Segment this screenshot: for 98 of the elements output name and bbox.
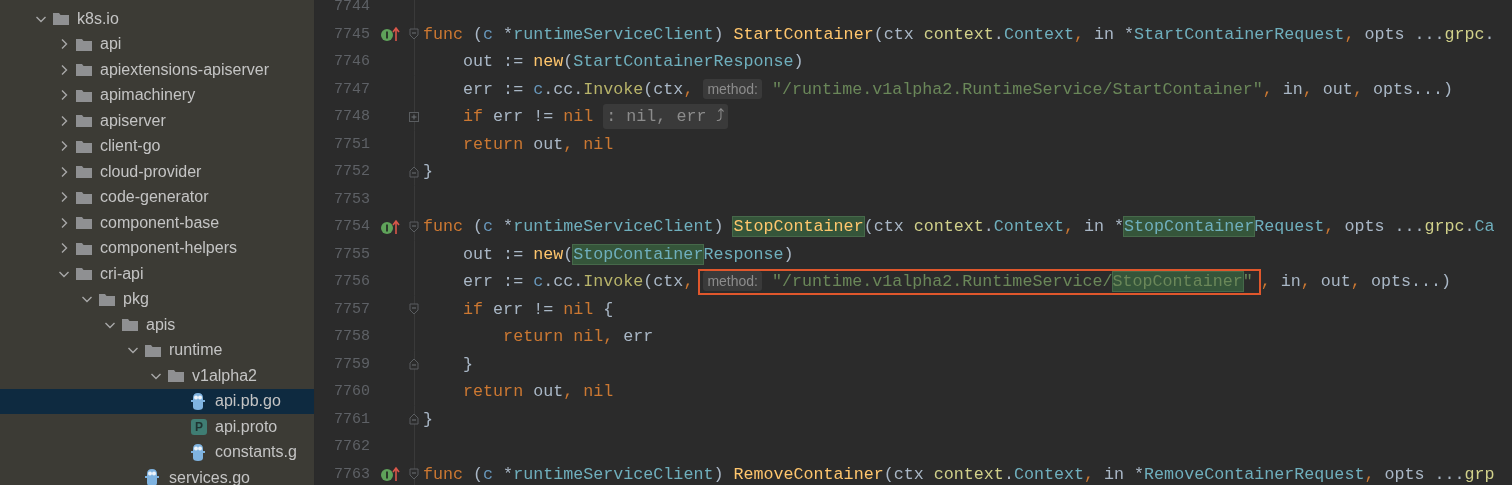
folder-icon <box>76 267 92 281</box>
folder-name[interactable]: component-base <box>100 213 220 232</box>
line-number: 7756 <box>333 273 370 291</box>
file-icon <box>191 443 205 461</box>
fold-icon[interactable] <box>409 220 419 233</box>
folder-name[interactable]: client-go <box>100 137 161 156</box>
file-name[interactable]: api.pb.go <box>215 392 281 411</box>
folder-name[interactable]: code-generator <box>100 188 209 207</box>
expand-icon[interactable] <box>409 111 419 122</box>
line-number: 7746 <box>333 53 370 71</box>
folder-name[interactable]: apis <box>146 315 176 334</box>
tree-row[interactable]: apiextensions-apiserver <box>0 57 314 83</box>
line-number: 7745 <box>333 25 370 43</box>
tree-row[interactable]: cloud-provider <box>0 159 314 185</box>
folder-name[interactable]: cri-api <box>100 264 144 283</box>
code-line: } <box>423 408 433 431</box>
implementation-marker-icon[interactable] <box>380 26 402 43</box>
folder-name[interactable]: apiextensions-apiserver <box>100 60 269 79</box>
file-type-badge: P <box>191 418 207 435</box>
fold-icon[interactable] <box>409 468 419 481</box>
tree-row[interactable]: apis <box>0 312 314 338</box>
tree-row[interactable]: constants.g <box>0 439 314 465</box>
tree-row[interactable]: apiserver <box>0 108 314 134</box>
tree-row[interactable]: k8s.io <box>0 6 314 32</box>
folder-icon <box>168 369 184 383</box>
code-line: if err != nil { <box>462 298 614 321</box>
folder-icon <box>76 88 92 102</box>
code-line: func (c *runtimeServiceClient) StartContainer(ctx context.Context, in *StartContainerRequest, opts ...grpc. <box>423 23 1495 46</box>
folder-icon <box>76 63 92 77</box>
fold-icon[interactable] <box>409 303 419 316</box>
fold-icon[interactable] <box>409 28 419 41</box>
fold-icon[interactable] <box>409 165 419 178</box>
tree-row[interactable]: cri-api <box>0 261 314 287</box>
folder-name[interactable]: apiserver <box>100 111 166 130</box>
line-number: 7757 <box>333 300 370 318</box>
folder-icon <box>76 139 92 153</box>
tree-row[interactable]: runtime <box>0 337 314 363</box>
tree-row[interactable]: component-helpers <box>0 235 314 261</box>
folder-name[interactable]: api <box>100 35 122 54</box>
folder-name[interactable]: v1alpha2 <box>192 366 257 385</box>
implementation-marker-icon[interactable] <box>380 466 402 483</box>
folder-icon <box>76 37 92 51</box>
folder-name[interactable]: component-helpers <box>100 239 237 258</box>
file-name[interactable]: constants.g <box>215 443 297 462</box>
code-line: func (c *runtimeServiceClient) RemoveContainer(ctx context.Context, in *RemoveContainerRequest, opts ...grp <box>423 463 1495 485</box>
line-number: 7762 <box>333 438 370 456</box>
line-number: 7760 <box>333 383 370 401</box>
folder-name[interactable]: runtime <box>169 341 223 360</box>
code-line: return out, nil <box>462 133 614 156</box>
line-number: 7748 <box>333 108 370 126</box>
line-number: 7747 <box>333 80 370 98</box>
folder-name[interactable]: k8s.io <box>77 9 119 28</box>
tree-row[interactable]: P api.proto <box>0 414 314 440</box>
code-line: } <box>462 353 474 376</box>
tree-row[interactable]: api.pb.go <box>0 388 314 414</box>
folder-icon <box>76 241 92 255</box>
fold-icon[interactable] <box>409 413 419 426</box>
code-line: func (c *runtimeServiceClient) StopContainer(ctx context.Context, in *StopContainerRequest, opts ...grpc.Ca <box>423 216 1495 238</box>
tree-row[interactable]: component-base <box>0 210 314 236</box>
folder-name[interactable]: apimachinery <box>100 86 196 105</box>
line-number: 7752 <box>333 163 370 181</box>
line-number: 7753 <box>333 190 370 208</box>
folder-icon <box>76 216 92 230</box>
line-number: 7763 <box>333 465 370 483</box>
tree-row[interactable]: api <box>0 31 314 57</box>
implementation-marker-icon[interactable] <box>380 218 402 235</box>
line-number: 7751 <box>333 135 370 153</box>
line-number: 7759 <box>333 355 370 373</box>
tree-row[interactable]: pkg <box>0 286 314 312</box>
file-icon <box>191 392 205 410</box>
line-number: 7744 <box>333 0 370 16</box>
folder-icon <box>76 114 92 128</box>
tree-row[interactable]: client-go <box>0 133 314 159</box>
code-line: } <box>423 161 433 183</box>
folder-icon <box>145 343 161 357</box>
code-line: out := new(StopContainerResponse) <box>462 243 794 266</box>
code-line: return nil, err <box>502 326 654 348</box>
tree-row[interactable]: v1alpha2 <box>0 363 314 389</box>
file-icon <box>145 469 159 485</box>
folder-name[interactable]: cloud-provider <box>100 162 202 181</box>
folder-icon <box>76 165 92 179</box>
folder-icon <box>53 12 69 26</box>
tree-row[interactable]: apimachinery <box>0 82 314 108</box>
folder-icon <box>122 318 138 332</box>
line-number: 7761 <box>333 410 370 428</box>
folder-icon <box>99 292 115 306</box>
folder-name[interactable]: pkg <box>123 290 149 309</box>
code-line: if err != nil : nil, err ⤴ <box>423 103 729 131</box>
code-line: return out, nil <box>462 381 614 403</box>
code-line: out := new(StartContainerResponse) <box>462 51 804 73</box>
file-name[interactable]: api.proto <box>215 417 278 436</box>
tree-row[interactable]: code-generator <box>0 184 314 210</box>
line-number: 7755 <box>333 245 370 263</box>
fold-icon[interactable] <box>409 358 419 371</box>
line-number: 7758 <box>333 328 370 346</box>
line-number: 7754 <box>333 218 370 236</box>
folder-icon <box>76 190 92 204</box>
code-line: err := c.cc.Invoke(ctx, method: "/runtime.v1alpha2.RuntimeService/StartContainer", in, out, opts...) <box>462 77 1454 101</box>
